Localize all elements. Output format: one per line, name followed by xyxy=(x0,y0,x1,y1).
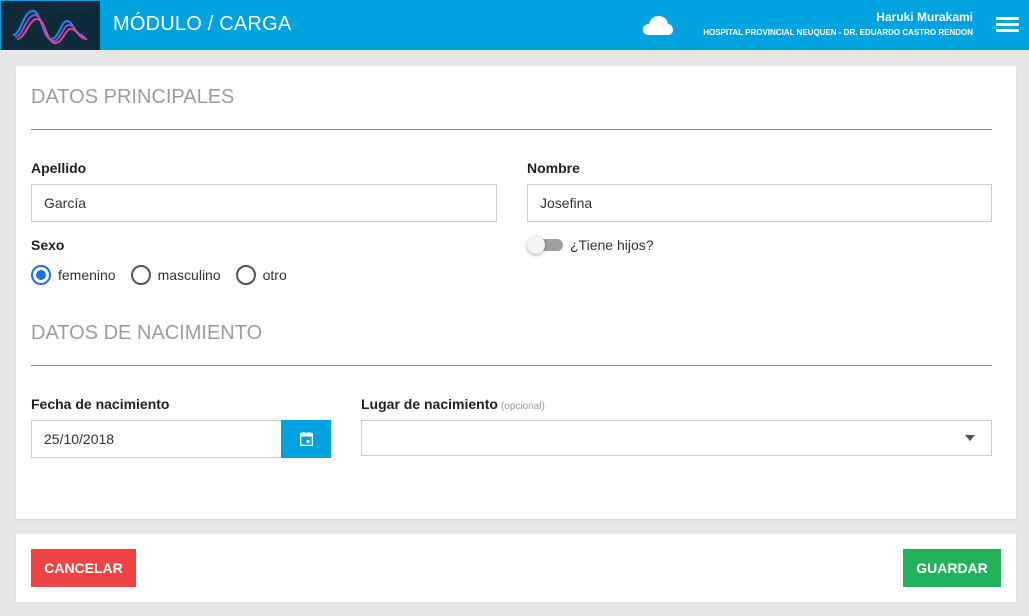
apellido-input[interactable]: García xyxy=(31,184,497,222)
lugar-nacimiento-label-text: Lugar de nacimiento xyxy=(361,396,498,412)
optional-hint: (opcional) xyxy=(500,401,545,412)
apellido-label: Apellido xyxy=(31,160,87,176)
logo-wave-icon xyxy=(12,9,88,45)
fecha-nacimiento-label: Fecha de nacimiento xyxy=(31,396,170,412)
section-divider xyxy=(31,365,992,366)
top-bar: MÓDULO / CARGA Haruki Murakami HOSPITAL … xyxy=(0,0,1029,50)
cancel-button[interactable]: CANCELAR xyxy=(31,549,136,587)
radio-otro[interactable]: otro xyxy=(235,265,287,285)
save-button[interactable]: GUARDAR xyxy=(903,549,1001,587)
calendar-icon xyxy=(300,432,313,446)
radio-masculino[interactable]: masculino xyxy=(130,265,221,285)
calendar-button[interactable] xyxy=(281,420,331,458)
section-divider xyxy=(31,129,992,130)
section-title-datos-nacimiento: DATOS DE NACIMIENTO xyxy=(31,322,263,344)
actions-bar xyxy=(16,534,1016,602)
radio-unchecked-icon xyxy=(235,265,256,285)
lugar-nacimiento-label: Lugar de nacimiento (opcional) xyxy=(361,396,545,412)
radio-label-masculino: masculino xyxy=(157,267,221,283)
user-info: Haruki Murakami HOSPITAL PROVINCIAL NEUQ… xyxy=(703,9,973,40)
radio-unchecked-icon xyxy=(130,265,151,285)
radio-label-otro: otro xyxy=(262,267,287,283)
organization-name: HOSPITAL PROVINCIAL NEUQUEN - DR. EDUARD… xyxy=(703,28,973,37)
lugar-nacimiento-select[interactable] xyxy=(361,420,992,456)
section-title-datos-principales: DATOS PRINCIPALES xyxy=(31,86,235,108)
sexo-label: Sexo xyxy=(31,237,65,253)
app-logo[interactable] xyxy=(1,1,100,50)
tiene-hijos-toggle[interactable] xyxy=(527,236,563,254)
radio-label-femenino: femenino xyxy=(58,267,116,283)
nombre-label: Nombre xyxy=(527,160,580,176)
sexo-radio-group: femenino masculino otro xyxy=(31,264,302,286)
toggle-knob xyxy=(527,236,545,254)
hamburger-menu-icon[interactable] xyxy=(996,17,1019,35)
page-title: MÓDULO / CARGA xyxy=(113,13,292,35)
chevron-down-icon xyxy=(965,435,975,441)
fecha-nacimiento-input[interactable]: 25/10/2018 xyxy=(31,420,282,458)
tiene-hijos-label: ¿Tiene hijos? xyxy=(570,237,654,253)
radio-femenino[interactable]: femenino xyxy=(31,265,116,285)
user-name: Haruki Murakami xyxy=(876,10,973,24)
cloud-icon xyxy=(642,16,673,35)
radio-checked-icon xyxy=(31,265,51,285)
nombre-input[interactable]: Josefina xyxy=(527,184,992,222)
